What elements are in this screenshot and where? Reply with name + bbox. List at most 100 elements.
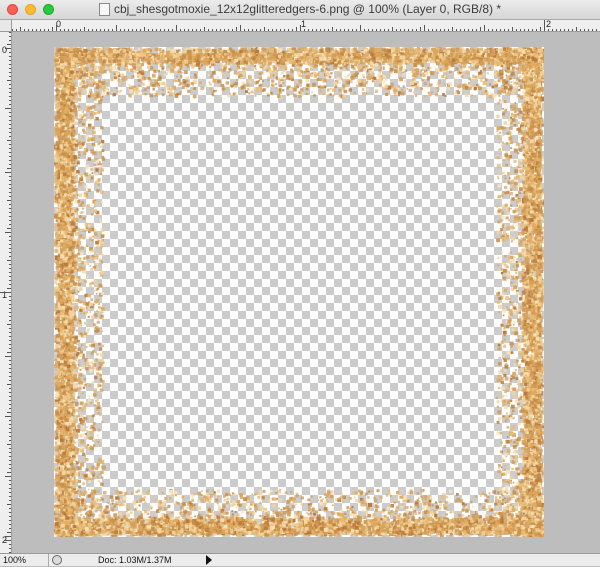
ruler-tick [40, 29, 41, 31]
glitter-speck [178, 49, 180, 51]
ruler-origin-corner[interactable] [0, 20, 12, 32]
glitter-speck [55, 430, 59, 434]
ruler-tick [564, 29, 565, 31]
glitter-speck [443, 48, 445, 50]
ruler-tick [9, 104, 11, 105]
glitter-speck [54, 227, 56, 229]
glitter-speck [400, 49, 402, 51]
ruler-tick [292, 29, 293, 31]
ruler-tick [9, 156, 11, 157]
ruler-tick [288, 29, 289, 31]
ruler-tick [124, 29, 125, 31]
ruler-tick [216, 29, 217, 31]
glitter-speck [108, 49, 113, 54]
ruler-tick [9, 180, 11, 181]
ruler-tick [552, 29, 553, 31]
ruler-tick [7, 532, 11, 533]
ruler-tick [184, 29, 185, 31]
ruler-tick [9, 216, 11, 217]
ruler-tick [9, 120, 11, 121]
glitter-speck [261, 48, 266, 53]
ruler-tick [60, 29, 61, 31]
ruler-tick [536, 29, 537, 31]
ruler-tick [220, 29, 221, 31]
ruler-tick [396, 29, 397, 31]
ruler-tick [472, 29, 473, 31]
ruler-tick [528, 29, 529, 31]
ruler-tick [9, 196, 11, 197]
ruler-tick [9, 368, 11, 369]
ruler-tick [9, 64, 11, 65]
ruler-tick [340, 29, 341, 31]
ruler-tick [9, 100, 11, 101]
glitter-speck [253, 47, 255, 49]
ruler-tick [356, 29, 357, 31]
ruler-tick [592, 29, 593, 31]
ruler-tick [96, 29, 97, 31]
ruler-tick [9, 40, 11, 41]
ruler-tick [584, 29, 585, 31]
ruler-tick [76, 29, 77, 31]
ruler-tick [7, 140, 11, 141]
ruler-tick [9, 364, 11, 365]
ruler-tick [480, 27, 481, 31]
glitter-speck [410, 49, 413, 52]
ruler-tick [7, 80, 11, 81]
glitter-speck [428, 49, 431, 52]
ruler-tick [7, 504, 11, 505]
ruler-tick [16, 29, 17, 31]
glitter-speck [138, 48, 141, 51]
ruler-tick [120, 29, 121, 31]
ruler-tick [9, 296, 11, 297]
ruler-tick [344, 29, 345, 31]
ruler-tick [9, 204, 11, 205]
ruler-tick [64, 29, 65, 31]
document-canvas[interactable] [54, 47, 544, 537]
ruler-tick [9, 92, 11, 93]
vertical-ruler[interactable]: 0 1 2 [0, 32, 12, 553]
glitter-speck [71, 388, 73, 390]
glitter-speck [269, 48, 274, 53]
ruler-tick [568, 29, 569, 31]
ruler-tick [84, 27, 85, 31]
ruler-tick [164, 29, 165, 31]
ruler-tick [7, 168, 11, 169]
ruler-tick [5, 356, 11, 357]
ruler-tick [9, 376, 11, 377]
ruler-tick [484, 25, 485, 31]
ruler-tick [9, 272, 11, 273]
ruler-tick [9, 448, 11, 449]
ruler-tick [208, 29, 209, 31]
horizontal-ruler[interactable]: 0 1 2 [12, 20, 600, 32]
ruler-tick [296, 27, 297, 31]
ruler-tick [9, 276, 11, 277]
ruler-tick [144, 27, 145, 31]
ruler-tick [7, 384, 11, 385]
ruler-tick [9, 440, 11, 441]
glitter-speck [372, 48, 375, 51]
ruler-tick [228, 29, 229, 31]
ruler-tick [128, 29, 129, 31]
glitter-speck [193, 49, 195, 51]
ruler-tick [9, 212, 11, 213]
glitter-speck [439, 49, 442, 52]
pasteboard[interactable] [12, 32, 600, 553]
ruler-tick [9, 312, 11, 313]
ruler-tick [36, 29, 37, 31]
ruler-tick [212, 29, 213, 31]
ruler-tick [9, 380, 11, 381]
ruler-label: 1 [301, 20, 306, 29]
ruler-tick [9, 516, 11, 517]
window-titlebar[interactable]: cbj_shesgotmoxie_12x12glitteredgers-6.pn… [0, 0, 600, 20]
glitter-speck [346, 50, 348, 52]
ruler-tick [580, 29, 581, 31]
ruler-tick [92, 29, 93, 31]
ruler-tick [132, 29, 133, 31]
ruler-tick [268, 29, 269, 31]
glitter-speck [495, 51, 498, 54]
glitter-speck [55, 466, 57, 468]
ruler-tick [500, 29, 501, 31]
ruler-tick [9, 252, 11, 253]
glitter-speck [292, 47, 294, 49]
ruler-tick [436, 29, 437, 31]
